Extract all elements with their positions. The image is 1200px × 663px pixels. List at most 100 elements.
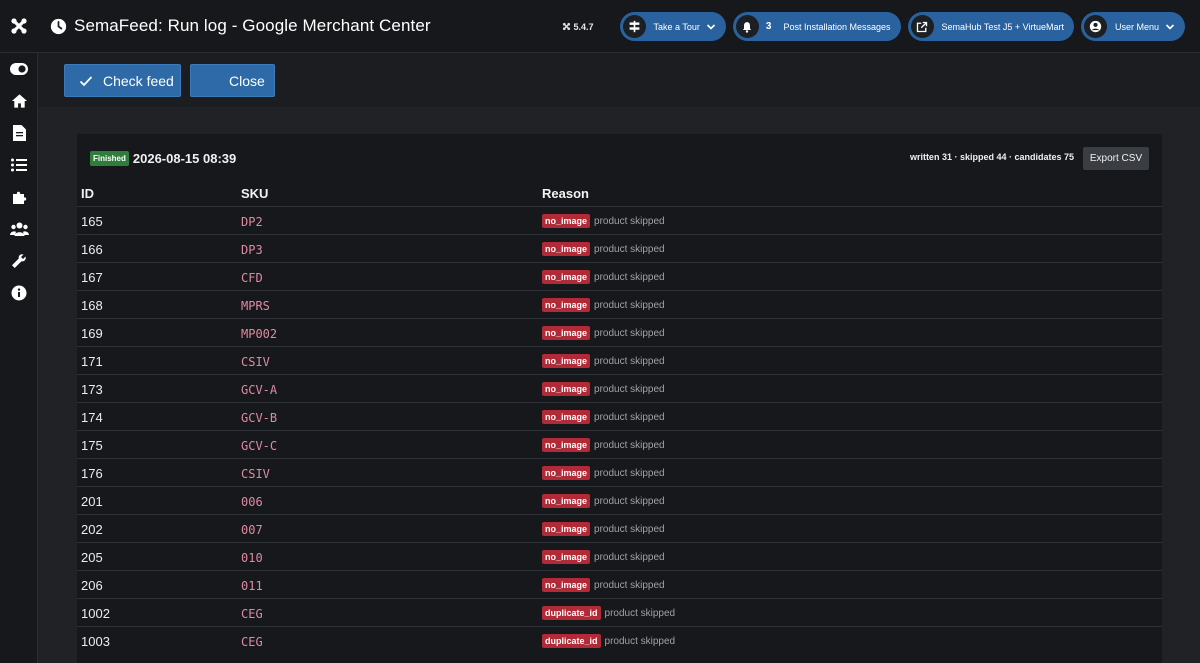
export-csv-button[interactable]: Export CSV (1083, 147, 1149, 170)
page-title: SemaFeed: Run log - Google Merchant Cent… (74, 16, 431, 35)
row-sku: 007 (241, 523, 263, 537)
row-id: 173 (81, 382, 103, 397)
run-log-panel: Finished 2026-08-15 08:39 written 31 · s… (77, 134, 1162, 663)
reason-note: product skipped (594, 411, 665, 423)
row-id: 1002 (81, 606, 110, 621)
row-reason: no_image product skipped (542, 382, 665, 396)
row-sku: GCV-B (241, 411, 278, 425)
row-reason: no_image product skipped (542, 438, 665, 452)
row-sku: GCV-C (241, 439, 278, 453)
row-sku: CFD (241, 271, 263, 285)
row-sku: 010 (241, 551, 263, 565)
close-button[interactable]: Close (190, 64, 275, 97)
reason-note: product skipped (594, 439, 665, 451)
row-sku: MP002 (241, 327, 278, 341)
reason-badge: no_image (542, 410, 591, 424)
external-link-icon (910, 15, 934, 38)
reason-note: product skipped (594, 579, 665, 591)
joomla-version: 5.4.7 (562, 21, 594, 32)
post-installation-messages-button[interactable]: 3 Post Installation Messages (732, 12, 901, 41)
row-reason: no_image product skipped (542, 242, 665, 256)
reason-note: product skipped (594, 299, 665, 311)
column-header-id: ID (81, 186, 94, 201)
column-header-reason: Reason (542, 186, 589, 201)
row-sku: GCV-A (241, 383, 278, 397)
info-icon[interactable] (0, 277, 38, 309)
row-reason: no_image product skipped (542, 578, 665, 592)
reason-badge: no_image (542, 438, 591, 452)
reason-badge: no_image (542, 242, 591, 256)
row-sku: DP3 (241, 243, 263, 257)
site-label: SemaHub Test J5 + VirtueMart (941, 21, 1064, 32)
reason-note: product skipped (604, 635, 676, 647)
list-icon[interactable] (0, 149, 38, 181)
toolbar: Check feed Close (38, 53, 1200, 107)
row-reason: duplicate_id product skipped (542, 634, 675, 648)
row-reason: no_image product skipped (542, 354, 665, 368)
site-link-button[interactable]: SemaHub Test J5 + VirtueMart (907, 12, 1074, 41)
reason-note: product skipped (594, 495, 665, 507)
table-row: 174 GCV-B no_image product skipped (77, 402, 1162, 430)
top-header: SemaFeed: Run log - Google Merchant Cent… (0, 0, 1200, 53)
sidebar (0, 53, 38, 663)
reason-note: product skipped (594, 467, 665, 479)
wrench-icon[interactable] (0, 245, 38, 277)
row-reason: no_image product skipped (542, 410, 665, 424)
bell-icon (735, 15, 759, 38)
joomla-logo-icon[interactable] (0, 0, 38, 53)
reason-badge: no_image (542, 270, 591, 284)
users-icon[interactable] (0, 213, 38, 245)
reason-badge: no_image (542, 214, 591, 228)
row-reason: no_image product skipped (542, 522, 665, 536)
table-row: 1003 CEG duplicate_id product skipped (77, 626, 1162, 654)
reason-badge: no_image (542, 382, 591, 396)
reason-badge: no_image (542, 298, 591, 312)
row-sku: CSIV (241, 355, 270, 369)
row-sku: CEG (241, 607, 263, 621)
log-table-body: 165 DP2 no_image product skipped 166 DP3 no_im… (77, 206, 1162, 654)
notification-count: 3 (765, 21, 772, 32)
table-row: 165 DP2 no_image product skipped (77, 206, 1162, 234)
reason-badge: duplicate_id (542, 634, 601, 648)
close-label: Close (229, 72, 265, 89)
clock-icon (50, 18, 67, 34)
status-badge: Finished (90, 151, 129, 166)
version-label: 5.4.7 (573, 21, 594, 32)
main-content: Finished 2026-08-15 08:39 written 31 · s… (38, 107, 1200, 663)
reason-badge: no_image (542, 578, 591, 592)
row-sku: DP2 (241, 215, 263, 229)
home-icon[interactable] (0, 85, 38, 117)
reason-note: product skipped (594, 383, 665, 395)
row-id: 201 (81, 494, 103, 509)
table-row: 206 011 no_image product skipped (77, 570, 1162, 598)
check-feed-label: Check feed (103, 72, 174, 89)
puzzle-icon[interactable] (0, 181, 38, 213)
toggle-menu-icon[interactable] (0, 53, 38, 85)
table-row: 202 007 no_image product skipped (77, 514, 1162, 542)
check-feed-button[interactable]: Check feed (64, 64, 181, 97)
row-sku: 006 (241, 495, 263, 509)
take-a-tour-button[interactable]: Take a Tour (619, 12, 726, 41)
reason-badge: duplicate_id (542, 606, 601, 620)
table-row: 176 CSIV no_image product skipped (77, 458, 1162, 486)
table-row: 166 DP3 no_image product skipped (77, 234, 1162, 262)
joomla-small-icon (563, 22, 571, 31)
reason-note: product skipped (594, 215, 665, 227)
user-icon (1083, 15, 1107, 38)
reason-note: product skipped (594, 355, 665, 367)
row-id: 202 (81, 522, 103, 537)
reason-badge: no_image (542, 522, 591, 536)
row-id: 168 (81, 298, 103, 313)
reason-badge: no_image (542, 494, 591, 508)
row-reason: no_image product skipped (542, 270, 665, 284)
column-header-sku: SKU (241, 186, 269, 201)
row-id: 1003 (81, 634, 110, 649)
row-id: 167 (81, 270, 103, 285)
chevron-down-icon (706, 23, 715, 30)
user-menu-button[interactable]: User Menu (1080, 12, 1185, 41)
file-icon[interactable] (0, 117, 38, 149)
row-reason: no_image product skipped (542, 298, 665, 312)
row-reason: duplicate_id product skipped (542, 606, 675, 620)
row-id: 176 (81, 466, 103, 481)
row-sku: CEG (241, 635, 263, 649)
